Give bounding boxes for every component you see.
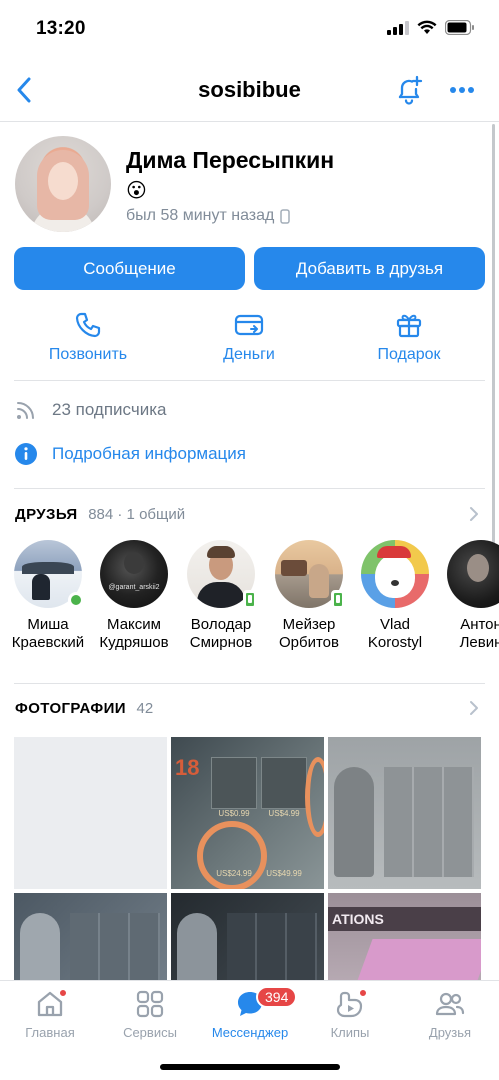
- friend-name: Антон Левин: [459, 616, 499, 651]
- money-action[interactable]: Деньги: [189, 310, 309, 364]
- friend-avatar: [275, 540, 345, 609]
- details-row[interactable]: Подробная информация: [14, 442, 246, 466]
- grid-icon: [135, 989, 165, 1019]
- friend-item[interactable]: Vlad Korostyl: [350, 540, 440, 652]
- clips-icon: [335, 989, 367, 1019]
- tab-label: Друзья: [428, 1025, 472, 1040]
- friend-item[interactable]: Миша Краевский: [3, 540, 93, 652]
- subscribe-notifications-button[interactable]: [393, 74, 425, 106]
- followers-row[interactable]: 23 подписчика: [14, 398, 166, 422]
- info-icon: [15, 443, 37, 465]
- broadcast-icon: [17, 402, 34, 419]
- phone-icon: [75, 312, 101, 338]
- section-divider: [14, 488, 485, 489]
- nav-bar: sosibibue: [0, 60, 499, 120]
- messenger-unread-badge: 394: [256, 986, 298, 1008]
- nav-divider: [0, 121, 499, 122]
- battery-icon: [445, 20, 474, 35]
- photo-thumbnail[interactable]: [14, 893, 167, 987]
- status-icons: [387, 20, 475, 35]
- tab-label: Клипы: [330, 1025, 370, 1040]
- photos-title: ФОТОГРАФИИ: [15, 700, 126, 717]
- profile-avatar[interactable]: [15, 136, 111, 232]
- last-seen: был 58 минут назад: [126, 207, 291, 225]
- friends-title: ДРУЗЬЯ: [15, 506, 78, 523]
- friends-meta: 884 · 1 общий: [88, 506, 186, 523]
- photo-thumbnail[interactable]: [328, 737, 481, 889]
- profile-status-emoji[interactable]: 😮: [126, 178, 147, 203]
- mobile-phone-icon: [280, 208, 291, 224]
- profile-name: Дима Пересыпкин: [126, 147, 335, 173]
- section-divider: [14, 683, 485, 684]
- chevron-right-icon[interactable]: [468, 506, 480, 522]
- chevron-right-icon[interactable]: [468, 700, 480, 716]
- friend-avatar: [447, 540, 499, 608]
- add-friend-button[interactable]: Добавить в друзья: [254, 247, 485, 290]
- gift-action[interactable]: Подарок: [349, 310, 469, 364]
- photo-thumbnail[interactable]: [14, 737, 167, 889]
- photo-thumbnail[interactable]: [171, 893, 324, 987]
- bell-plus-icon: [398, 75, 423, 105]
- friend-item[interactable]: Антон Левин: [436, 540, 499, 652]
- notification-dot: [59, 989, 67, 997]
- notification-dot: [359, 989, 367, 997]
- money-label: Деньги: [223, 346, 275, 363]
- friend-avatar: @garant_arskii2: [100, 540, 168, 608]
- photos-section-header[interactable]: ФОТОГРАФИИ 42: [15, 700, 153, 717]
- friends-section-header[interactable]: ДРУЗЬЯ 884 · 1 общий: [15, 506, 185, 523]
- friend-item[interactable]: Мейзер Орбитов: [264, 540, 354, 652]
- online-indicator: [68, 592, 84, 608]
- money-card-icon: [234, 314, 264, 336]
- tab-services[interactable]: Сервисы: [100, 989, 200, 1040]
- friend-name: Мейзер Орбитов: [279, 616, 339, 651]
- wifi-icon: [417, 20, 437, 34]
- friends-list: Миша Краевский @garant_arskii2 Максим Ку…: [0, 540, 499, 660]
- friend-avatar: [361, 540, 429, 608]
- friend-name: Володар Смирнов: [189, 616, 253, 651]
- tab-home[interactable]: Главная: [0, 989, 100, 1040]
- friends-icon: [435, 989, 465, 1019]
- status-time: 13:20: [36, 18, 86, 39]
- status-bar: 13:20: [0, 0, 499, 58]
- signal-icon: [387, 20, 409, 35]
- tab-label: Сервисы: [123, 1025, 177, 1040]
- call-label: Позвонить: [48, 346, 128, 363]
- tab-clips[interactable]: Клипы: [300, 989, 400, 1040]
- friend-item[interactable]: Володар Смирнов: [176, 540, 266, 652]
- more-button[interactable]: [446, 74, 478, 106]
- mobile-online-indicator: [243, 590, 257, 609]
- gift-icon: [396, 314, 422, 338]
- photos-grid: 18 US$0.99 US$4.99 US$24.99 US$49.99 ATI…: [14, 737, 485, 987]
- gift-label: Подарок: [377, 346, 441, 363]
- tab-friends[interactable]: Друзья: [400, 989, 499, 1040]
- avatar-watermark: @garant_arskii2: [108, 584, 160, 591]
- friend-name: Vlad Korostyl: [367, 616, 423, 651]
- section-divider: [14, 380, 485, 381]
- friend-item[interactable]: @garant_arskii2 Максим Кудряшов: [89, 540, 179, 652]
- friend-avatar: [14, 540, 84, 608]
- tab-label: Мессенджер: [211, 1025, 289, 1040]
- call-action[interactable]: Позвонить: [28, 310, 148, 364]
- friend-name: Максим Кудряшов: [99, 616, 169, 651]
- last-seen-text: был 58 минут назад: [126, 207, 275, 224]
- friend-name: Миша Краевский: [11, 616, 85, 651]
- scrollbar[interactable]: [492, 124, 495, 544]
- message-button[interactable]: Сообщение: [14, 247, 245, 290]
- details-label: Подробная информация: [52, 444, 246, 463]
- mobile-online-indicator: [331, 590, 345, 609]
- photos-count: 42: [136, 700, 154, 717]
- followers-count: 23 подписчика: [52, 400, 167, 419]
- photo-thumbnail[interactable]: 18 US$0.99 US$4.99 US$24.99 US$49.99: [171, 737, 324, 889]
- tab-label: Главная: [25, 1025, 75, 1040]
- home-indicator: [160, 1064, 340, 1070]
- photo-thumbnail[interactable]: ATIONS: [328, 893, 481, 987]
- home-icon: [35, 989, 67, 1019]
- friend-avatar: [187, 540, 257, 609]
- more-horizontal-icon: [450, 87, 474, 93]
